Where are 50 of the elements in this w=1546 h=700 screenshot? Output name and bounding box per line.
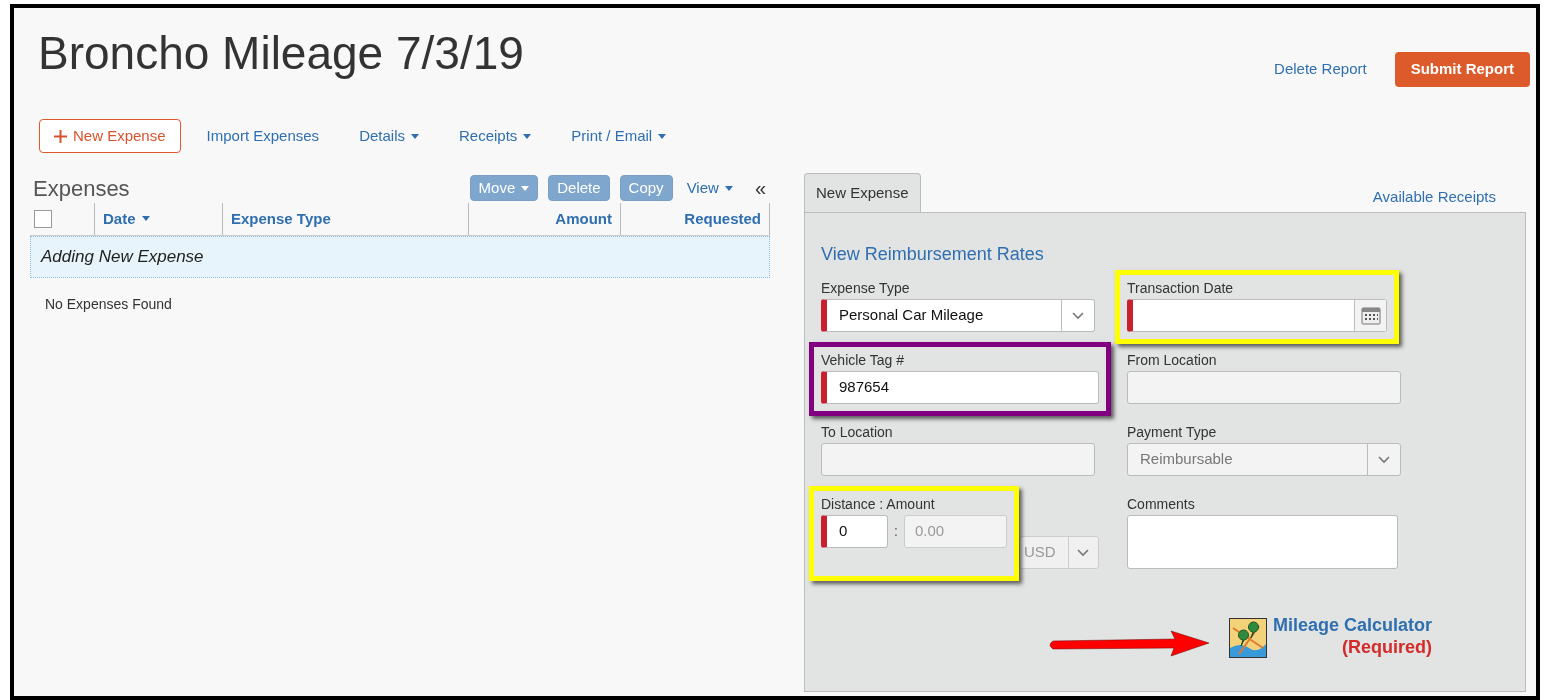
menu-button[interactable]: Receipts [459, 124, 532, 148]
caret-icon [658, 133, 667, 140]
mileage-calculator-link[interactable]: Mileage Calculator [1273, 614, 1433, 636]
required-note: (Required) [1342, 636, 1433, 658]
caret-icon [411, 133, 419, 140]
field-label: Expense Type [821, 280, 911, 297]
reimbursement-rates-link[interactable]: View Reimbursement Rates [821, 241, 1044, 268]
plus-icon [54, 129, 67, 143]
delete-link[interactable]: Delete Report [1274, 58, 1367, 81]
caret-icon [141, 216, 150, 222]
submit-button[interactable]: Submit Report [1394, 52, 1530, 87]
select-all-checkbox[interactable] [34, 210, 52, 228]
text-field[interactable]: 987654 [821, 371, 1099, 404]
chevron-down-icon [1378, 455, 1390, 464]
new-expense-button[interactable]: New Expense [39, 119, 181, 153]
column-header[interactable]: Expense Type [222, 203, 468, 235]
distance-field[interactable]: 0 [821, 515, 888, 548]
field-label: Vehicle Tag # [821, 352, 906, 369]
menu-button[interactable]: Print / Email [571, 124, 667, 148]
column-header[interactable]: Requested [620, 203, 769, 235]
amount-field[interactable]: 0.00 [903, 515, 1007, 548]
comments-field[interactable] [1127, 515, 1398, 569]
caret-icon [724, 185, 733, 192]
available-receipts-link[interactable]: Available Receipts [1372, 185, 1526, 212]
column-header[interactable]: Amount [468, 203, 620, 235]
menu-button[interactable]: Details [359, 124, 419, 148]
collapse-button[interactable]: « [754, 178, 766, 198]
field-label: From Location [1127, 352, 1218, 369]
currency-select[interactable]: USD [1018, 536, 1099, 569]
empty-message: No Expenses Found [45, 295, 173, 314]
select-field[interactable]: Personal Car Mileage [821, 299, 1095, 332]
field-label: Comments [1127, 496, 1196, 513]
column-header[interactable]: Date [94, 203, 222, 235]
section-heading: Expenses [32, 174, 130, 203]
menu-button[interactable]: View [682, 175, 737, 201]
field-label: Distance : Amount [821, 496, 936, 513]
chevron-down-icon [1077, 548, 1090, 557]
caret-icon [523, 133, 532, 140]
field-label: Payment Type [1127, 424, 1218, 441]
map-icon[interactable] [1229, 618, 1267, 658]
caret-icon [521, 185, 530, 192]
toolbar-link[interactable]: Import Expenses [206, 124, 320, 148]
chevron-down-icon [1072, 311, 1084, 320]
tab[interactable]: New Expense [804, 173, 921, 213]
calendar-icon[interactable] [1360, 306, 1381, 325]
adding-row: Adding New Expense [30, 236, 770, 278]
date-field[interactable] [1127, 299, 1387, 332]
field-label: To Location [821, 424, 894, 441]
field-label: Transaction Date [1127, 280, 1235, 297]
separator-text: : [894, 522, 898, 541]
